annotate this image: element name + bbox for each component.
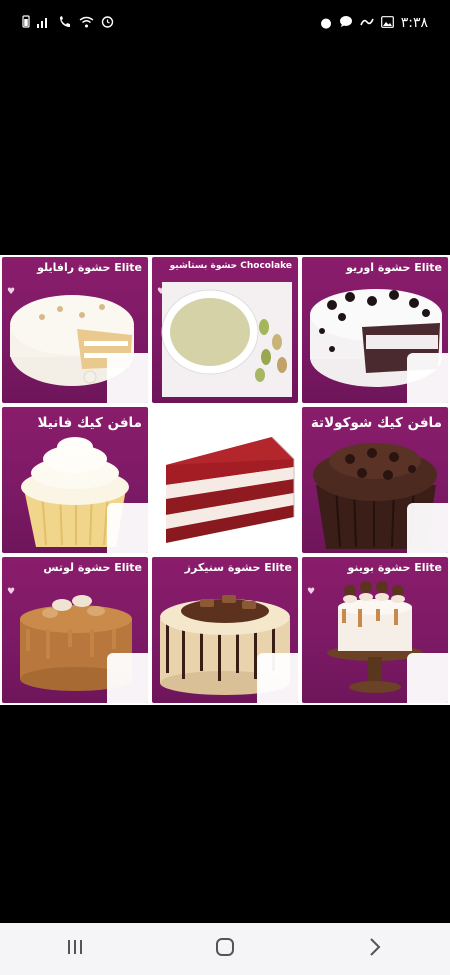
tile-oreo: حشوة اوريو Elite	[302, 257, 448, 403]
snake-app-icon	[359, 16, 374, 31]
recent-apps-icon[interactable]	[45, 937, 105, 961]
tile-pistachio: حشوة بستاشيو Chocolake ♥	[152, 257, 298, 403]
navigation-bar	[0, 923, 450, 975]
chat-icon	[339, 15, 353, 31]
pistachio-cream-image	[161, 282, 292, 397]
tile-bueno: حشوة بوينو Elite ♥	[302, 557, 448, 703]
clock-time: ٣:٣٨	[400, 15, 428, 31]
signal-icon	[37, 16, 51, 31]
alarm-icon	[101, 15, 114, 31]
battery-icon	[22, 15, 30, 31]
tile-lotus: حشوة لوتس Elite ♥	[2, 557, 148, 703]
tile-chocolate-muffin: مافن كيك شوكولاتة	[302, 407, 448, 553]
back-icon[interactable]	[345, 937, 405, 962]
wifi-icon	[79, 16, 94, 31]
dot-icon: ●	[320, 15, 332, 31]
status-bar: ● ٣:٣٨	[0, 0, 450, 46]
status-right: ● ٣:٣٨	[320, 15, 428, 31]
home-icon[interactable]	[195, 937, 255, 962]
cake-grid: حشوة رافايلو Elite ♥ حشوة بستاشيو Chocol…	[2, 257, 448, 703]
tile-snickers: حشوة سنيكرز Elite	[152, 557, 298, 703]
tile-raffaello: حشوة رافايلو Elite ♥	[2, 257, 148, 403]
tile-red-velvet	[152, 407, 298, 553]
status-left	[22, 15, 114, 31]
tile-vanilla-muffin: مافن كيك فانيلا	[2, 407, 148, 553]
call-wifi-icon	[58, 15, 72, 31]
red-velvet-slice-image	[166, 436, 295, 543]
gallery-icon	[380, 15, 394, 31]
image-view[interactable]: حشوة رافايلو Elite ♥ حشوة بستاشيو Chocol…	[0, 255, 450, 705]
